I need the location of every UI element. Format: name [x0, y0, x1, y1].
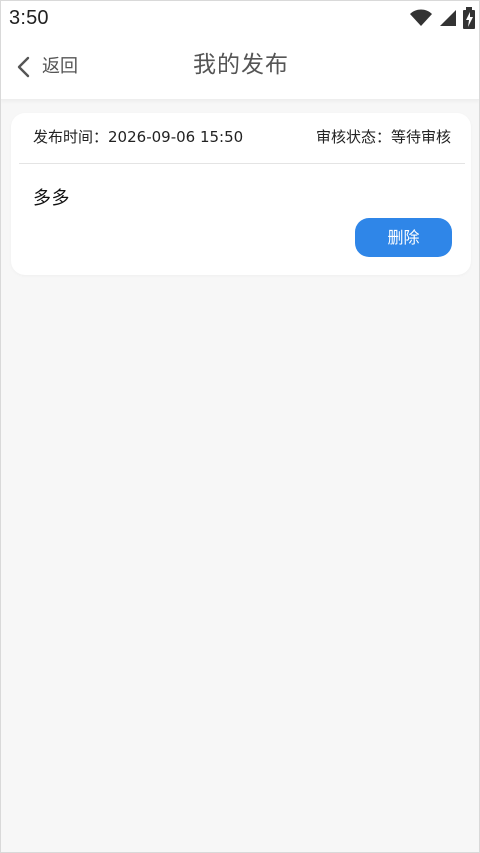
battery-charging-icon: [463, 7, 475, 29]
publish-time: 发布时间：2026-09-06 15:50: [33, 127, 243, 147]
app-screen: 3:50 返回 我的发布 发布时间：2026-09-06 15:50 审核状态：…: [0, 0, 480, 853]
publication-card-header: 发布时间：2026-09-06 15:50 审核状态：等待审核: [19, 113, 465, 164]
audit-status-label: 审核状态：: [315, 128, 391, 146]
page-title: 我的发布: [193, 52, 289, 78]
post-content: 多多: [33, 188, 70, 209]
audit-status-value: 等待审核: [390, 128, 451, 146]
cellular-signal-icon: [439, 9, 457, 27]
audit-status: 审核状态：等待审核: [316, 127, 451, 147]
publish-time-label: 发布时间：: [33, 128, 109, 146]
status-bar: 3:50: [1, 1, 479, 35]
publication-card: 发布时间：2026-09-06 15:50 审核状态：等待审核 多多 删除: [11, 113, 471, 275]
status-time: 3:50: [9, 7, 49, 29]
top-navigation-bar: 返回 我的发布: [1, 35, 479, 100]
delete-button[interactable]: 删除: [355, 218, 452, 257]
publish-time-value: 2026-09-06 15:50: [108, 128, 244, 146]
wifi-icon: [409, 9, 433, 27]
status-icons: [409, 7, 475, 29]
